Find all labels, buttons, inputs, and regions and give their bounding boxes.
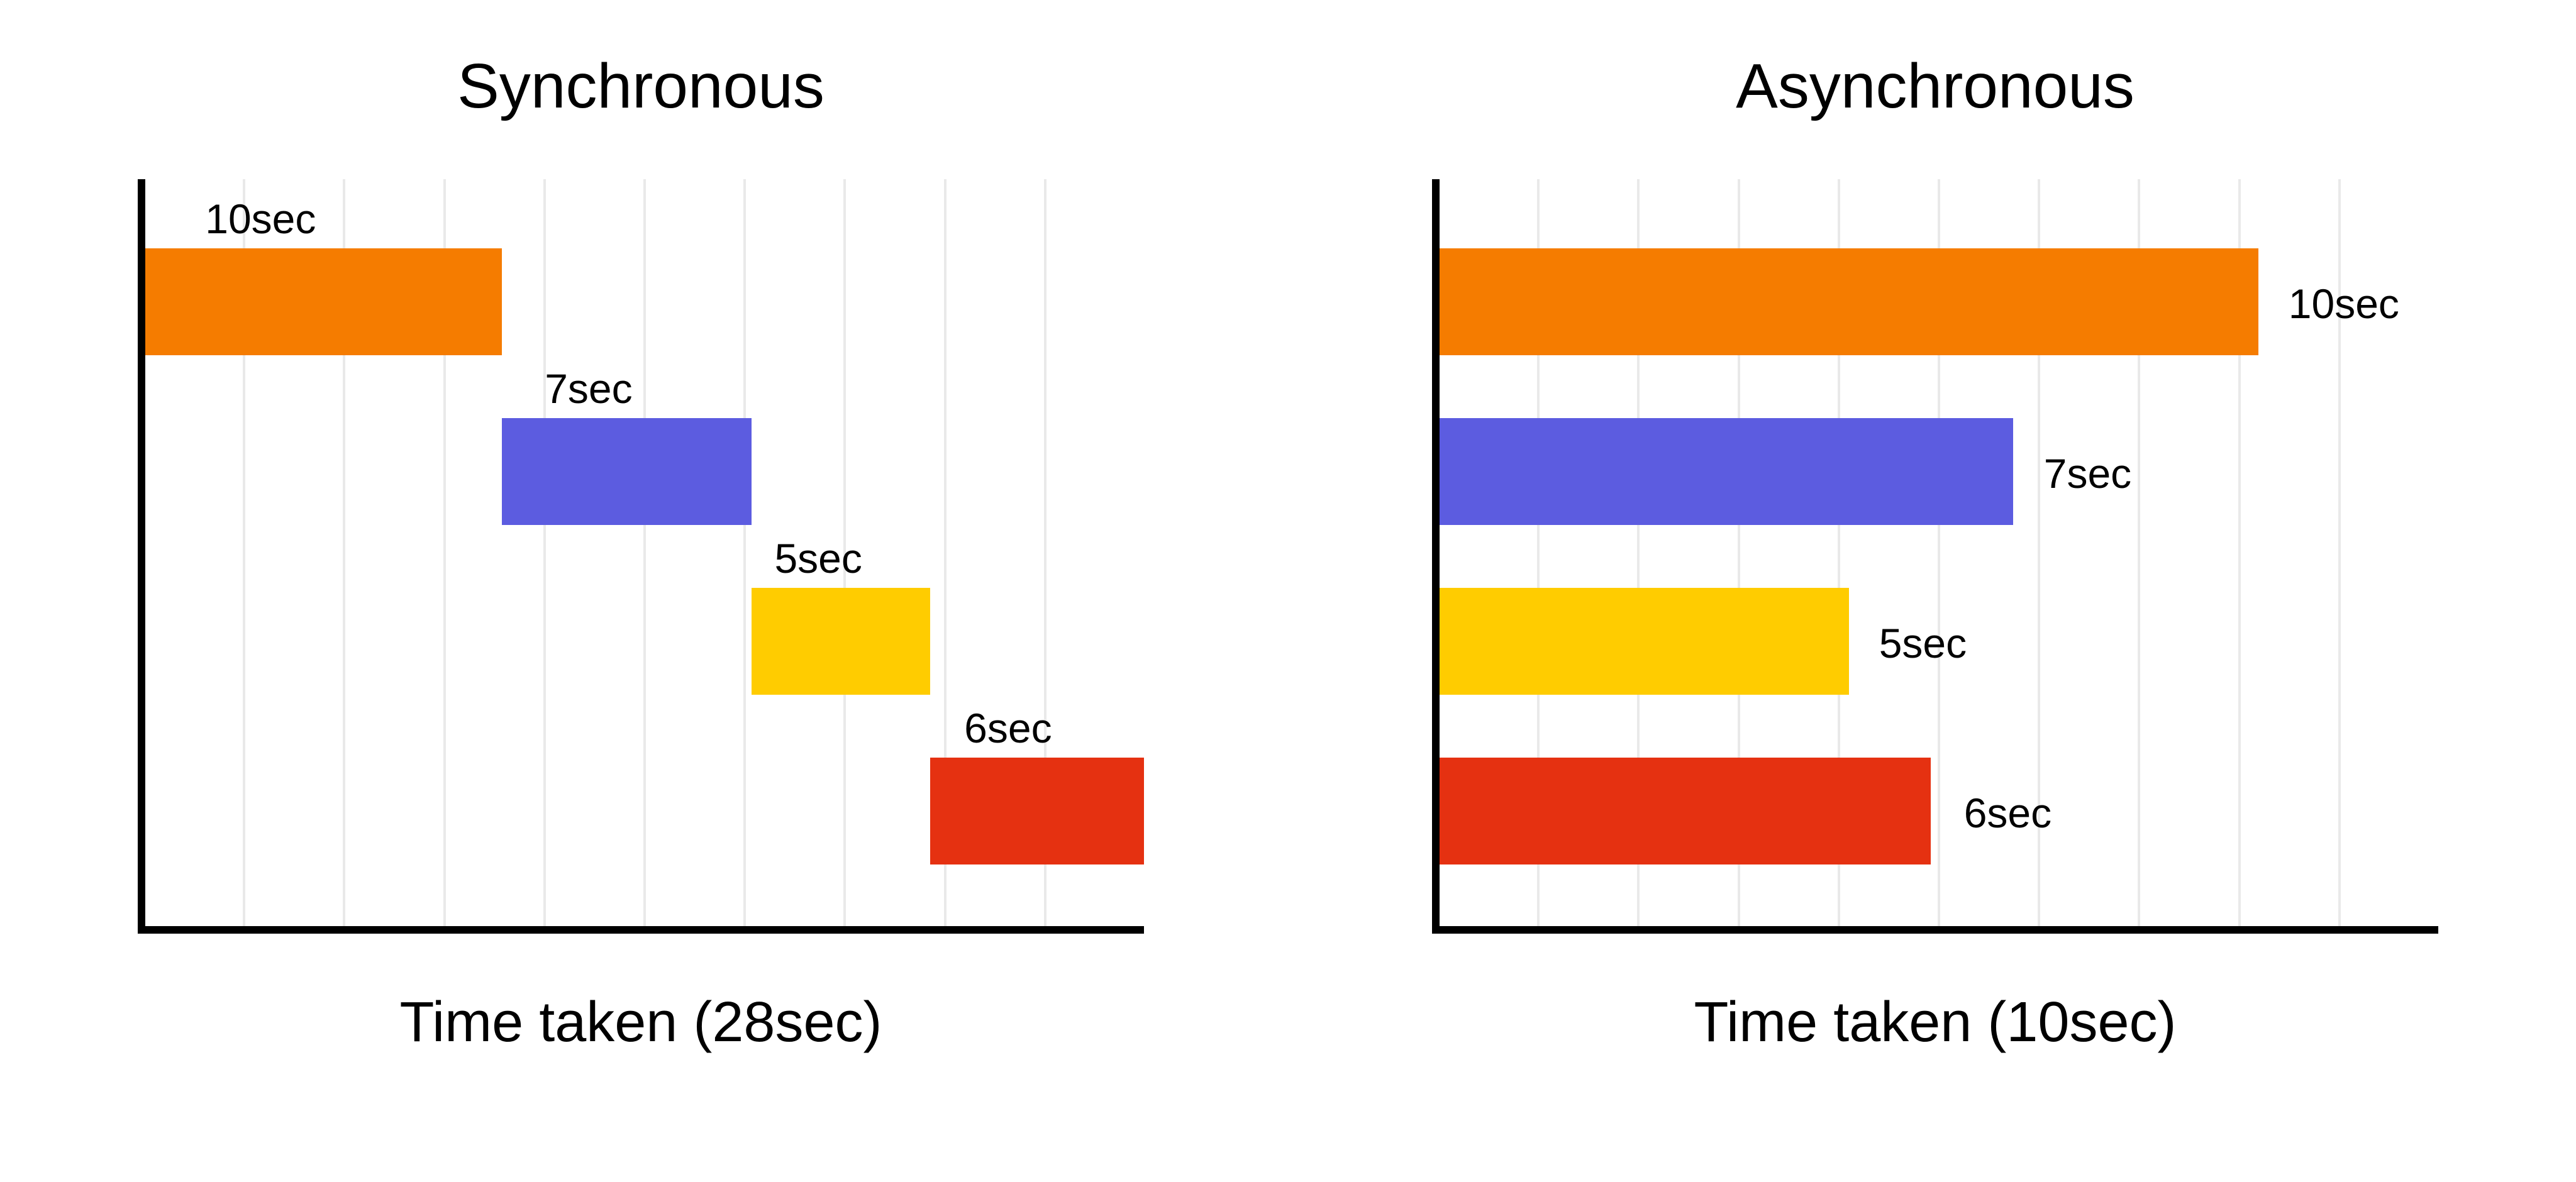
bar-sync-2 <box>752 588 930 695</box>
bar-label-sync-0: 10sec <box>205 195 316 243</box>
panel-synchronous: Synchronous 10sec 7sec 5sec 6sec <box>75 50 1206 1132</box>
y-axis-icon <box>138 179 145 934</box>
x-axis-icon <box>1432 926 2438 934</box>
charts-container: Synchronous 10sec 7sec 5sec 6sec <box>0 0 2576 1182</box>
panel-title-sync: Synchronous <box>457 50 824 123</box>
x-axis-icon <box>138 926 1144 934</box>
bar-async-2 <box>1440 588 1849 695</box>
bar-sync-3 <box>930 758 1144 864</box>
bars-async: 10sec 7sec 5sec 6sec <box>1440 179 2438 926</box>
bar-label-async-1: 7sec <box>2044 450 2131 497</box>
bar-label-sync-1: 7sec <box>545 365 632 412</box>
bar-label-sync-3: 6sec <box>964 704 1052 752</box>
bar-sync-1 <box>502 418 752 525</box>
bar-async-3 <box>1440 758 1931 864</box>
bar-label-async-3: 6sec <box>1964 789 2051 837</box>
panel-title-async: Asynchronous <box>1736 50 2135 123</box>
bars-sync: 10sec 7sec 5sec 6sec <box>145 179 1144 926</box>
x-axis-label-async: Time taken (10sec) <box>1694 990 2177 1055</box>
panel-asynchronous: Asynchronous 10sec 7sec 5sec 6sec <box>1370 50 2501 1132</box>
y-axis-icon <box>1432 179 1440 934</box>
x-axis-label-sync: Time taken (28sec) <box>400 990 882 1055</box>
chart-async: 10sec 7sec 5sec 6sec <box>1432 179 2438 934</box>
bar-label-async-0: 10sec <box>2289 280 2399 328</box>
bar-async-0 <box>1440 248 2258 355</box>
bar-async-1 <box>1440 418 2013 525</box>
bar-label-async-2: 5sec <box>1879 619 1967 667</box>
chart-sync: 10sec 7sec 5sec 6sec <box>138 179 1144 934</box>
bar-sync-0 <box>145 248 502 355</box>
bar-label-sync-2: 5sec <box>774 534 862 582</box>
